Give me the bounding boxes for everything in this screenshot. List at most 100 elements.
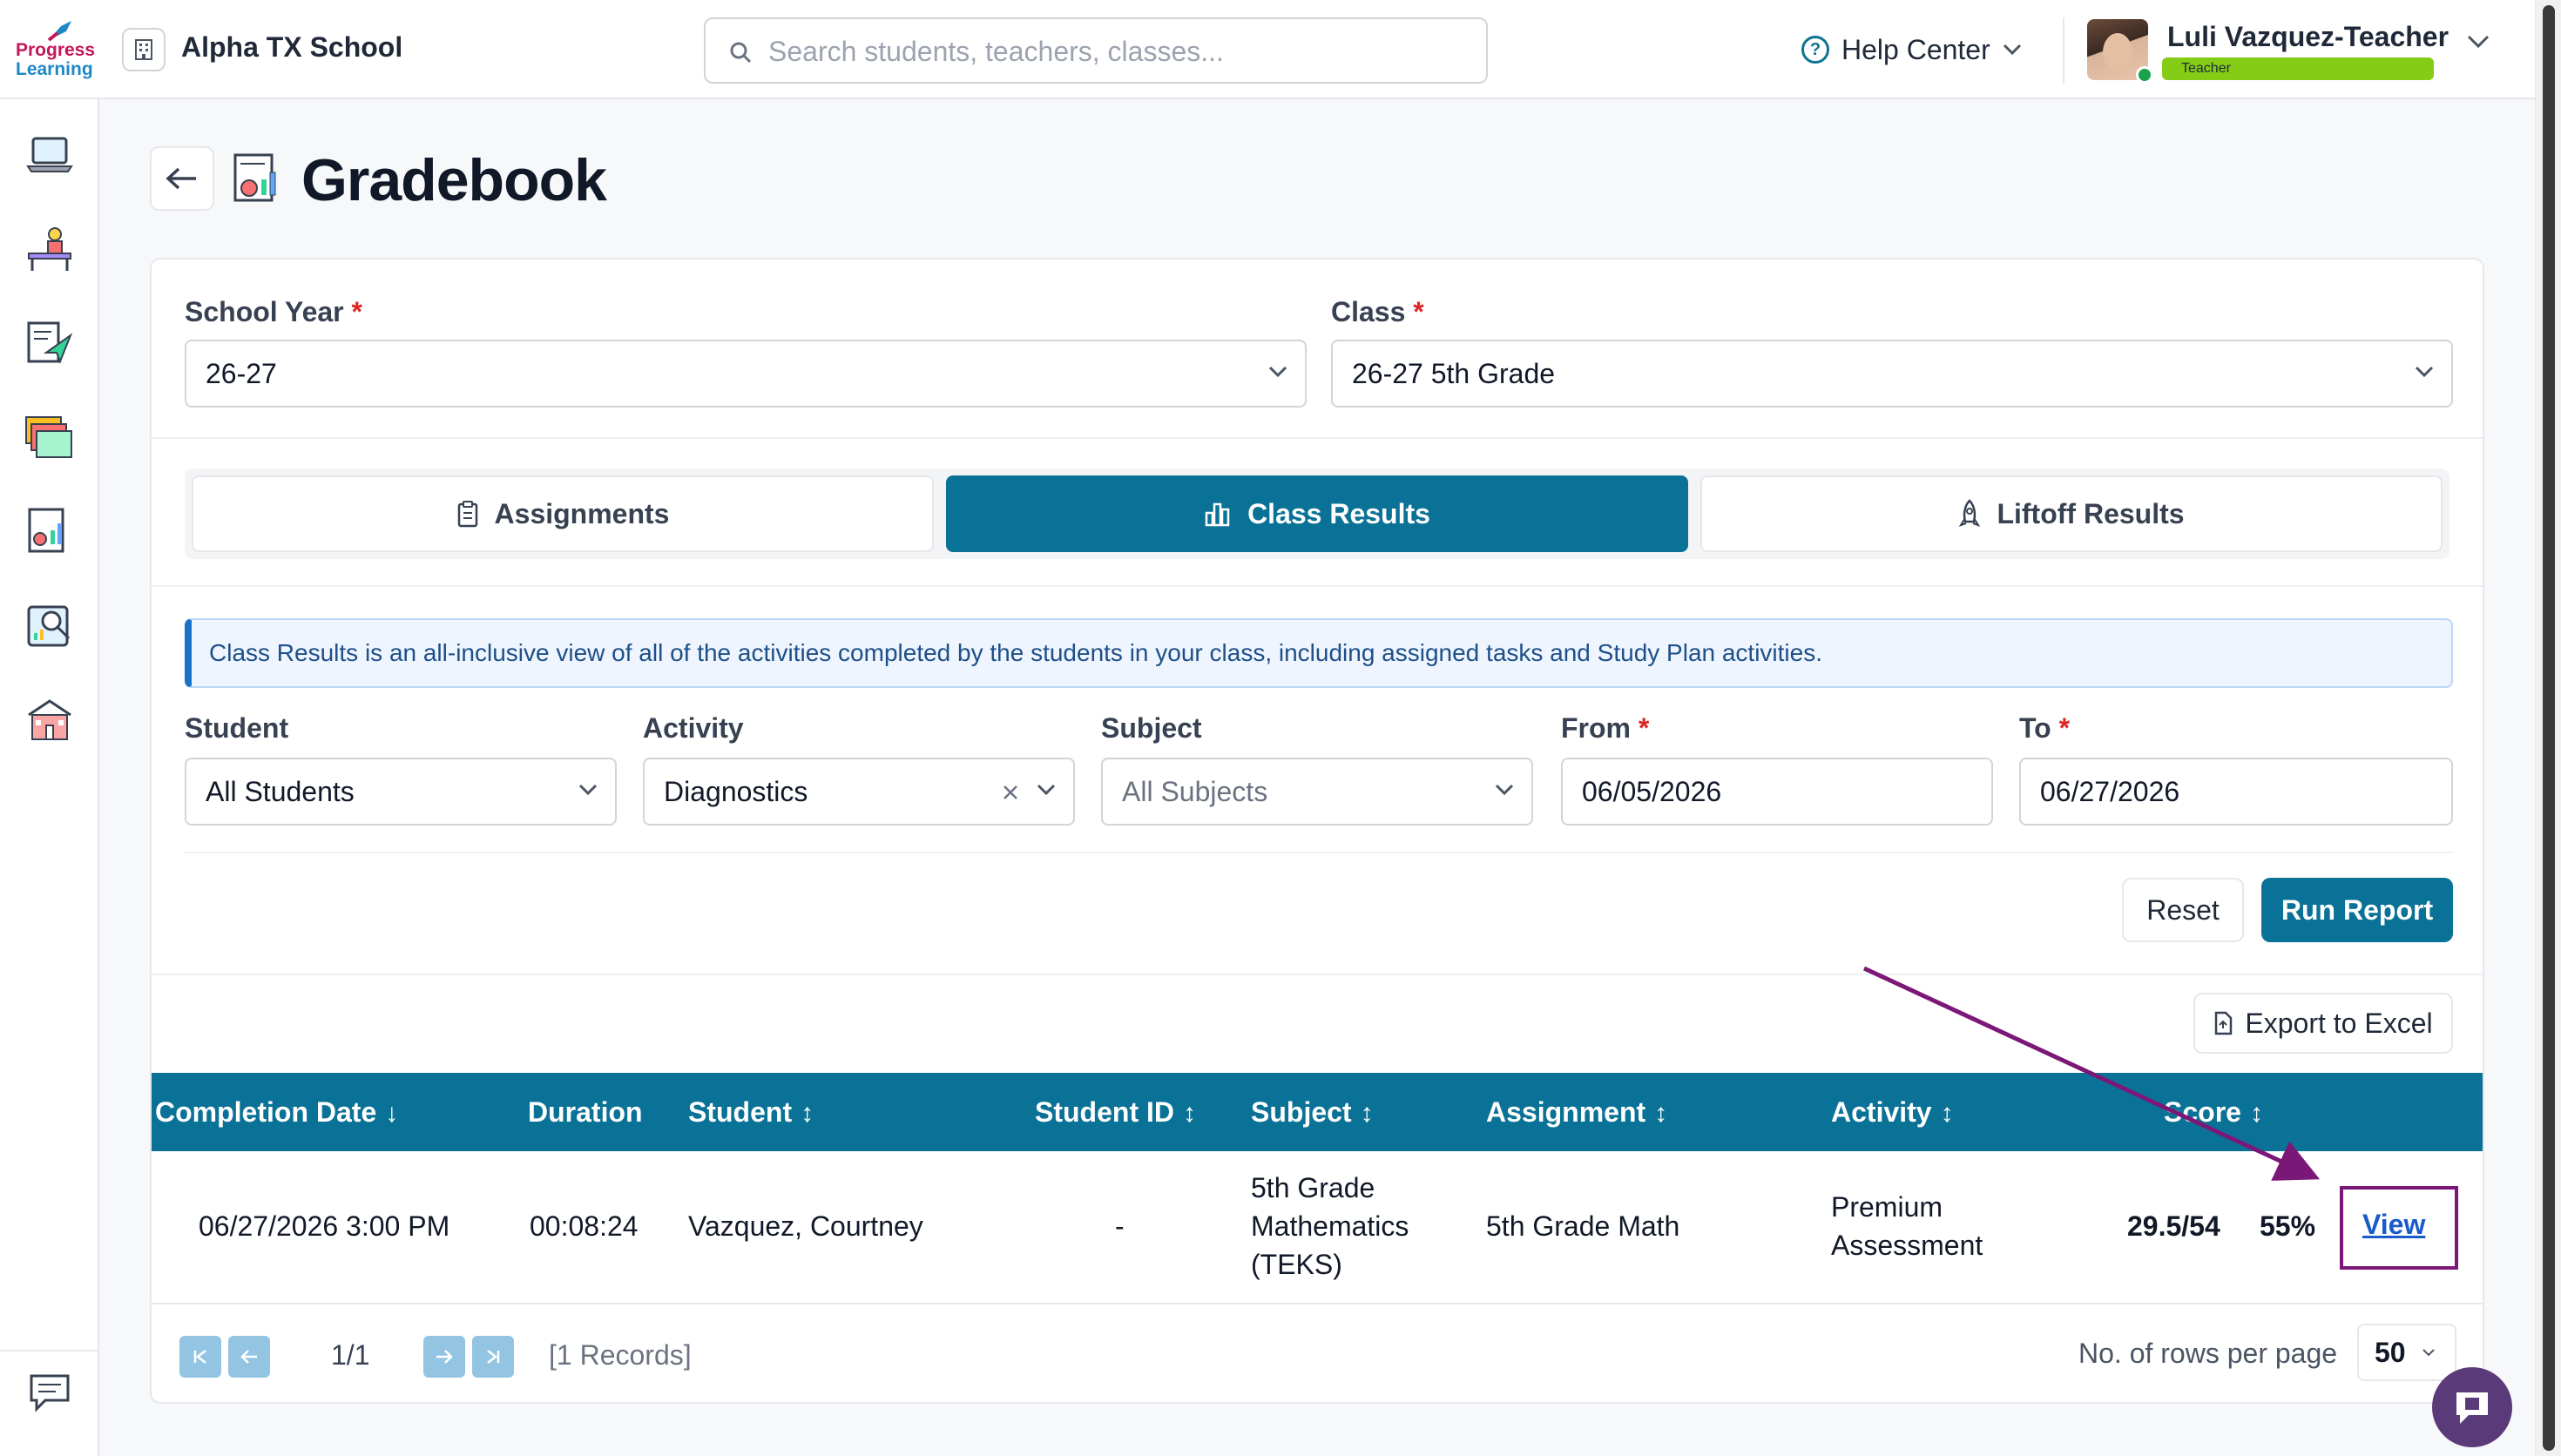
cell-completion-date: 06/27/2026 3:00 PM — [199, 1210, 450, 1242]
to-date-input[interactable]: 06/27/2026 — [2019, 758, 2453, 826]
sidebar-divider — [0, 1350, 98, 1352]
class-select[interactable]: 26-27 5th Grade — [1331, 340, 2453, 408]
search-box[interactable] — [704, 17, 1488, 84]
reports-icon[interactable] — [24, 599, 75, 650]
chevron-down-icon — [2422, 1349, 2435, 1357]
top-bar: Progress Learning Alpha TX School ? Help… — [0, 0, 2535, 99]
section-divider — [152, 585, 2483, 587]
rows-per-page-value: 50 — [2375, 1337, 2406, 1368]
info-banner: Class Results is an all-inclusive view o… — [185, 618, 2453, 688]
cell-subject: 5th Grade Mathematics (TEKS) — [1251, 1172, 1409, 1280]
annotation-arrow — [1862, 966, 2321, 1181]
prev-page-button[interactable] — [228, 1336, 270, 1378]
col-completion-date[interactable]: Completion Date ↓ — [155, 1073, 398, 1151]
first-page-button[interactable] — [179, 1336, 221, 1378]
next-page-button[interactable] — [423, 1336, 465, 1378]
chevron-down-icon — [2003, 44, 2021, 56]
header-divider — [2063, 17, 2064, 84]
school-year-value: 26-27 — [206, 358, 277, 389]
activity-select[interactable]: Diagnostics — [643, 758, 1075, 826]
user-role-badge: Teacher — [2162, 57, 2434, 80]
chevron-down-icon — [2415, 366, 2434, 378]
tab-liftoff-results[interactable]: Liftoff Results — [1700, 475, 2443, 552]
building-icon — [122, 28, 166, 71]
page-indicator: 1/1 — [331, 1339, 370, 1371]
from-date-value: 06/05/2026 — [1582, 776, 1722, 807]
filter-divider — [185, 852, 2453, 853]
arrow-right-icon — [436, 1350, 453, 1364]
last-page-icon — [487, 1350, 500, 1364]
class-label: Class * — [1331, 296, 1424, 327]
rocket-icon — [1959, 499, 1981, 527]
col-subject[interactable]: Subject ↕ — [1251, 1073, 1374, 1151]
tab-class-results[interactable]: Class Results — [946, 475, 1688, 552]
col-duration: Duration — [528, 1096, 643, 1128]
bar-chart-icon — [1205, 502, 1230, 527]
tab-assignments[interactable]: Assignments — [192, 475, 934, 552]
school-year-select[interactable]: 26-27 — [185, 340, 1307, 408]
chevron-down-icon — [1037, 784, 1056, 796]
reset-button[interactable]: Reset — [2122, 878, 2244, 942]
user-name[interactable]: Luli Vazquez-Teacher — [2167, 21, 2449, 53]
activity-select-value: Diagnostics — [664, 776, 808, 807]
col-student[interactable]: Student ↕ — [688, 1073, 814, 1151]
subject-filter-label: Subject — [1101, 712, 1202, 744]
clear-icon[interactable] — [1002, 784, 1019, 801]
student-select-value: All Students — [206, 776, 355, 807]
chevron-down-icon — [578, 784, 598, 796]
page-title: Gradebook — [301, 147, 607, 213]
page-scrollbar[interactable] — [2535, 0, 2561, 1456]
help-center-menu[interactable]: ? Help Center — [1801, 30, 2022, 70]
subject-select[interactable]: All Subjects — [1101, 758, 1533, 826]
view-link[interactable]: View — [2362, 1209, 2425, 1241]
gradebook-nav-icon[interactable] — [24, 505, 75, 556]
online-status-dot — [2136, 66, 2153, 84]
school-year-label: School Year * — [185, 296, 362, 327]
help-center-label: Help Center — [1841, 33, 1990, 65]
tab-label: Class Results — [1247, 497, 1430, 529]
sort-icon: ↕ — [801, 1099, 814, 1128]
view-tabs: Assignments Class Results Liftoff Result… — [185, 468, 2450, 559]
sort-icon: ↕ — [1182, 1099, 1196, 1128]
last-page-button[interactable] — [472, 1336, 514, 1378]
run-report-button[interactable]: Run Report — [2261, 878, 2453, 942]
cell-activity: Premium Assessment — [1831, 1191, 1983, 1261]
scrollbar-thumb[interactable] — [2543, 5, 2555, 1451]
col-assignment[interactable]: Assignment ↕ — [1486, 1073, 1667, 1151]
sort-icon: ↕ — [1360, 1099, 1374, 1128]
user-menu-chevron-icon[interactable] — [2467, 35, 2490, 49]
chat-icon — [2456, 1392, 2488, 1424]
school-icon[interactable] — [24, 693, 75, 744]
sort-desc-icon: ↓ — [385, 1099, 399, 1128]
rows-per-page-label: No. of rows per page — [2078, 1338, 2338, 1369]
teacher-desk-icon[interactable] — [24, 223, 75, 273]
logo-text-line2: Learning — [16, 59, 93, 79]
assignment-send-icon[interactable] — [24, 317, 75, 367]
class-value: 26-27 5th Grade — [1352, 358, 1556, 389]
sort-icon: ↕ — [1654, 1099, 1668, 1128]
cell-score: 29.5/54 — [2127, 1210, 2220, 1242]
back-button[interactable] — [150, 146, 214, 211]
cell-student: Vazquez, Courtney — [688, 1210, 923, 1242]
support-chat-button[interactable] — [2432, 1367, 2512, 1447]
from-date-input[interactable]: 06/05/2026 — [1561, 758, 1993, 826]
feedback-chat-icon[interactable] — [24, 1367, 75, 1418]
student-filter-label: Student — [185, 712, 289, 744]
gradebook-card: School Year * 26-27 Class * 26-27 5th Gr… — [150, 258, 2484, 1404]
search-icon — [730, 42, 752, 64]
progress-learning-logo[interactable]: Progress Learning — [12, 17, 96, 80]
cell-student-id: - — [1115, 1210, 1125, 1242]
help-icon: ? — [1801, 36, 1829, 64]
laptop-icon[interactable] — [24, 129, 75, 179]
gradebook-page-icon — [233, 153, 276, 202]
student-select[interactable]: All Students — [185, 758, 617, 826]
school-name[interactable]: Alpha TX School — [181, 31, 402, 64]
chevron-down-icon — [1268, 366, 1287, 378]
activity-filter-label: Activity — [643, 712, 744, 744]
rows-per-page-select[interactable]: 50 — [2357, 1324, 2456, 1381]
col-student-id[interactable]: Student ID ↕ — [1035, 1073, 1196, 1151]
section-divider — [152, 437, 2483, 439]
left-sidebar — [0, 99, 99, 1456]
search-input[interactable] — [768, 31, 1465, 71]
folders-icon[interactable] — [24, 411, 75, 462]
